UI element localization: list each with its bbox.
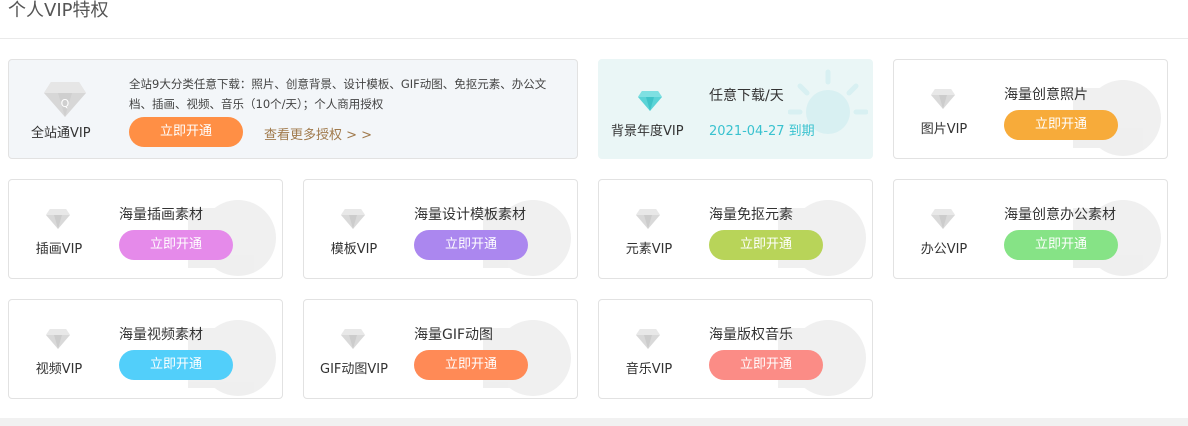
- card-vip-0: 图片VIP 海量创意照片立即开通: [893, 59, 1168, 159]
- card-vip-5: 视频VIP 海量视频素材立即开通: [8, 299, 283, 399]
- expire-date: 2021-04-27 到期: [709, 124, 815, 139]
- page-title: 个人VIP特权: [8, 0, 109, 21]
- svg-text:Q: Q: [61, 97, 70, 110]
- card-background-annual-vip: 背景年度VIP 任意下载/天 2021-04-27 到期: [598, 59, 873, 159]
- card-vip-2: 模板VIP 海量设计模板素材立即开通: [303, 179, 578, 279]
- title-divider: [0, 38, 1188, 39]
- card-vip-3: 元素VIP 海量免抠元素立即开通: [598, 179, 873, 279]
- diamond-icon: [636, 329, 660, 349]
- bottom-divider: [0, 418, 1188, 426]
- open-vip-button[interactable]: 立即开通: [119, 350, 233, 380]
- diamond-icon: [931, 89, 955, 109]
- open-vip-button[interactable]: 立即开通: [414, 230, 528, 260]
- diamond-icon: [638, 91, 662, 111]
- diamond-icon: [341, 329, 365, 349]
- diamond-icon: [46, 209, 70, 229]
- vip-description: 全站9大分类任意下载：照片、创意背景、设计模板、GIF动图、免抠元素、办公文档、…: [129, 77, 547, 111]
- vip-description: 海量GIF动图: [414, 327, 494, 343]
- card-all-site-vip: Q 全站通VIP 全站9大分类任意下载：照片、创意背景、设计模板、GIF动图、免…: [8, 59, 578, 159]
- card-vip-6: GIF动图VIP 海量GIF动图立即开通: [303, 299, 578, 399]
- card-vip-4: 办公VIP 海量创意办公素材立即开通: [893, 179, 1168, 279]
- vip-description: 海量版权音乐: [709, 327, 793, 343]
- card-vip-7: 音乐VIP 海量版权音乐立即开通: [598, 299, 873, 399]
- vip-name: 音乐VIP: [625, 362, 673, 377]
- open-vip-button[interactable]: 立即开通: [1004, 230, 1118, 260]
- vip-description: 海量创意照片: [1004, 87, 1088, 103]
- open-vip-button[interactable]: 立即开通: [709, 350, 823, 380]
- vip-name: 模板VIP: [330, 242, 378, 257]
- vip-name: GIF动图VIP: [320, 362, 388, 377]
- vip-name: 元素VIP: [625, 242, 673, 257]
- vip-name: 办公VIP: [920, 242, 968, 257]
- vip-description: 海量插画素材: [119, 207, 203, 223]
- open-vip-button[interactable]: 立即开通: [414, 350, 528, 380]
- vip-description: 任意下载/天: [709, 88, 784, 104]
- open-vip-button[interactable]: 立即开通: [119, 230, 233, 260]
- diamond-icon: [46, 329, 70, 349]
- vip-description: 海量视频素材: [119, 327, 203, 343]
- card-vip-1: 插画VIP 海量插画素材立即开通: [8, 179, 283, 279]
- vip-description: 海量设计模板素材: [414, 207, 526, 223]
- vip-name: 全站通VIP: [31, 126, 91, 141]
- open-vip-button[interactable]: 立即开通: [709, 230, 823, 260]
- diamond-icon: [931, 209, 955, 229]
- open-vip-button[interactable]: 立即开通: [1004, 110, 1118, 140]
- vip-name: 插画VIP: [35, 242, 83, 257]
- diamond-icon: [341, 209, 365, 229]
- diamond-icon: [636, 209, 660, 229]
- vip-description: 海量创意办公素材: [1004, 207, 1116, 223]
- vip-name: 图片VIP: [920, 122, 968, 137]
- open-vip-button[interactable]: 立即开通: [129, 117, 243, 147]
- vip-description: 海量免抠元素: [709, 207, 793, 223]
- more-license-link[interactable]: 查看更多授权 > >: [264, 124, 372, 143]
- diamond-icon: Q: [44, 82, 86, 117]
- vip-name: 背景年度VIP: [611, 124, 684, 139]
- vip-name: 视频VIP: [35, 362, 83, 377]
